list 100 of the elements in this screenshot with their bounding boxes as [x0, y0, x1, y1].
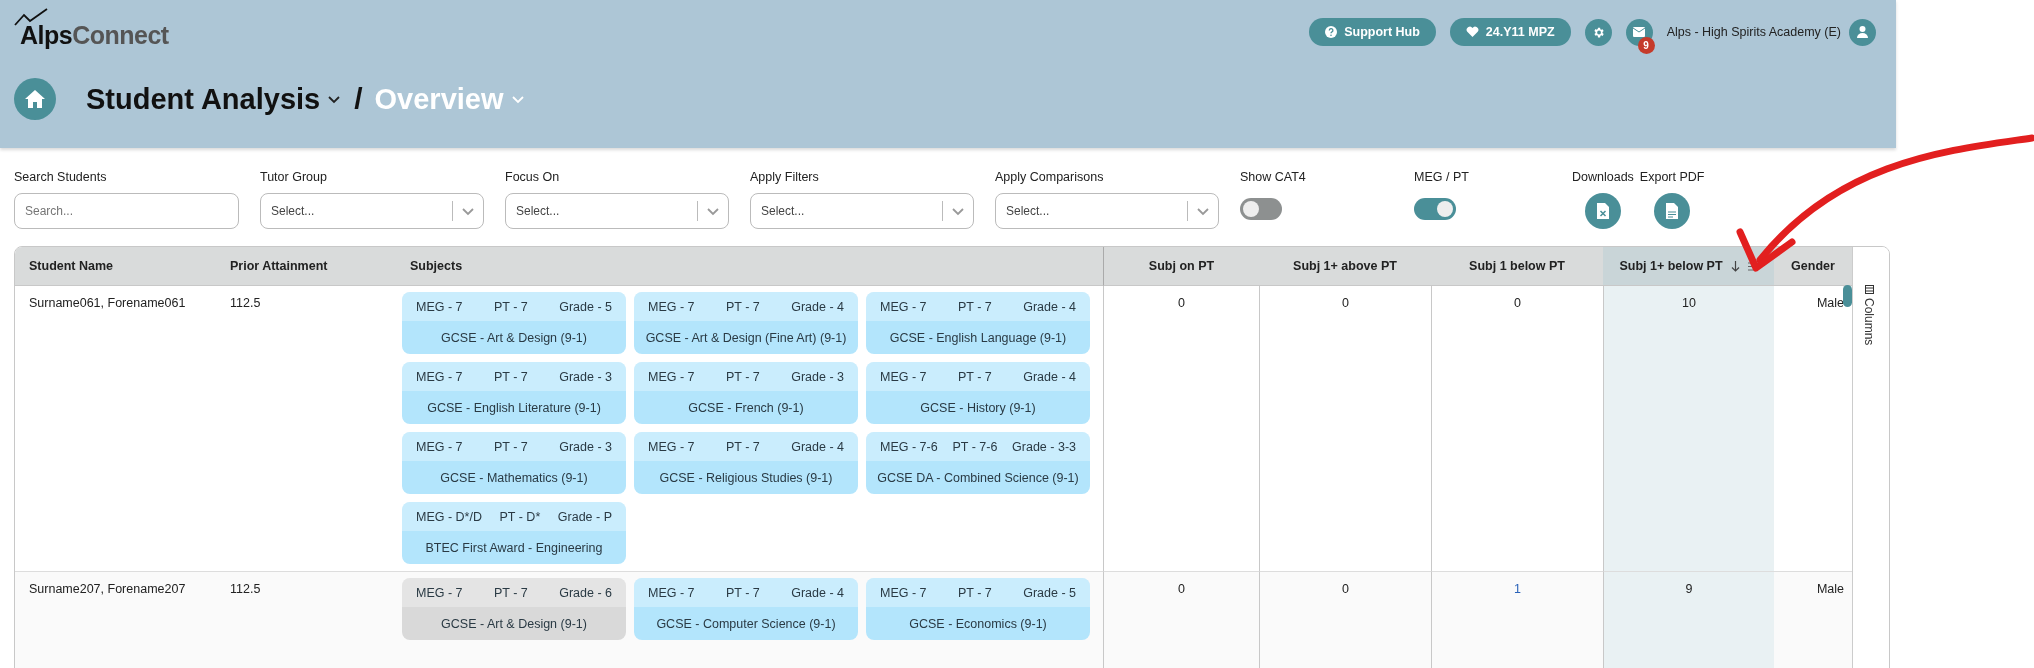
- grade-label: Grade - 4: [791, 299, 844, 314]
- support-hub-button[interactable]: Support Hub: [1309, 18, 1436, 46]
- subject-name: GCSE - Religious Studies (9-1): [659, 470, 833, 485]
- pt-label: PT - 7: [493, 585, 528, 600]
- pt-label: PT - 7: [725, 369, 760, 384]
- table-cell-text: Male: [1816, 581, 1844, 596]
- menu-icon[interactable]: [1747, 261, 1758, 271]
- subject-name: BTEC First Award - Engineering: [425, 540, 603, 555]
- column-header[interactable]: Student Name: [15, 247, 216, 286]
- column-header[interactable]: Prior Attainment: [216, 247, 396, 286]
- column-header[interactable]: Gender: [1774, 247, 1852, 286]
- meg-label: MEG - 7: [416, 439, 463, 454]
- pt-label: PT - 7: [493, 299, 528, 314]
- app-logo: AlpsConnect: [19, 21, 169, 50]
- user-button[interactable]: [1849, 18, 1876, 46]
- scrollbar-thumb[interactable]: [1843, 285, 1852, 307]
- cohort-button[interactable]: 24.Y11 MPZ: [1449, 18, 1571, 46]
- meg-label: MEG - 7: [880, 369, 927, 384]
- select-field[interactable]: Select...: [505, 193, 729, 229]
- grade-label: Grade - 4: [791, 439, 844, 454]
- table-cell-text: 1: [1514, 581, 1521, 596]
- toggle-switch[interactable]: [1414, 198, 1456, 220]
- subject-card[interactable]: MEG - 7 PT - 7 Grade - 5 GCSE - Economics (9-1): [866, 578, 1090, 640]
- subject-card[interactable]: MEG - 7 PT - 7 Grade - 3 GCSE - French (9-1): [634, 362, 858, 424]
- field-label: Apply Filters: [750, 170, 820, 184]
- student-name: Surname207, Forename207: [29, 581, 186, 596]
- home-icon: [24, 89, 46, 109]
- export-pdf-button[interactable]: [1654, 193, 1691, 229]
- sort-arrow-icon: [1730, 260, 1740, 272]
- table-cell-text: 9: [1685, 581, 1693, 596]
- meg-label: MEG - 7: [648, 439, 695, 454]
- column-header[interactable]: Subj on PT: [1103, 247, 1259, 286]
- field-label: Downloads: [1572, 170, 1634, 184]
- meg-label: MEG - 7: [416, 369, 463, 384]
- meg-label: MEG - 7: [648, 585, 695, 600]
- column-header[interactable]: Subjects: [396, 247, 1103, 286]
- grade-label: Grade - 5: [559, 299, 612, 314]
- pt-label: PT - 7: [957, 369, 992, 384]
- table-cell-text: 112.5: [230, 295, 261, 310]
- table-cell-text: 0: [1342, 581, 1349, 596]
- field-label: MEG / PT: [1414, 170, 1470, 184]
- subject-name: GCSE DA - Combined Science (9-1): [877, 470, 1079, 485]
- subject-card[interactable]: MEG - D*/D PT - D* Grade - P BTEC First Award - Engineering: [402, 502, 626, 564]
- table-cell-text: Male: [1816, 295, 1844, 310]
- grade-label: Grade - 4: [791, 585, 844, 600]
- grade-label: Grade - 3: [791, 369, 844, 384]
- home-button[interactable]: [14, 78, 56, 120]
- column-header[interactable]: Subj 1+ below PT: [1603, 247, 1774, 286]
- heart-icon: [1465, 26, 1479, 38]
- subject-card[interactable]: MEG - 7 PT - 7 Grade - 4 GCSE - History (9-1): [866, 362, 1090, 424]
- subject-card[interactable]: MEG - 7 PT - 7 Grade - 3 GCSE - Mathematics (9-1): [402, 432, 626, 494]
- column-header[interactable]: Subj 1+ above PT: [1259, 247, 1431, 286]
- settings-button[interactable]: [1584, 18, 1612, 46]
- subject-card[interactable]: MEG - 7 PT - 7 Grade - 4 GCSE - English Language (9-1): [866, 292, 1090, 354]
- field-label: Focus On: [505, 170, 561, 184]
- pt-label: PT - 7: [725, 299, 760, 314]
- field-label: Search Students: [14, 170, 108, 184]
- columns-button[interactable]: Columns: [1862, 285, 1876, 346]
- download-excel-button[interactable]: [1584, 193, 1621, 229]
- subject-name: GCSE - English Literature (9-1): [427, 400, 601, 415]
- grade-label: Grade - 4: [1023, 299, 1076, 314]
- column-header[interactable]: Subj 1 below PT: [1431, 247, 1603, 286]
- search-field[interactable]: Search...: [14, 193, 239, 229]
- meg-label: MEG - 7: [416, 299, 463, 314]
- section-dropdown[interactable]: Student Analysis: [86, 82, 343, 116]
- subject-card[interactable]: MEG - 7 PT - 7 Grade - 4 GCSE - Religious Studies (9-1): [634, 432, 858, 494]
- subject-name: GCSE - Art & Design (9-1): [441, 616, 587, 631]
- mail-icon: [1633, 27, 1646, 37]
- table-cell-text: 0: [1514, 295, 1521, 310]
- subject-card[interactable]: MEG - 7 PT - 7 Grade - 3 GCSE - English Literature (9-1): [402, 362, 626, 424]
- subject-name: GCSE - English Language (9-1): [889, 330, 1067, 345]
- pt-label: PT - 7-6: [952, 439, 998, 454]
- meg-label: MEG - 7-6: [880, 439, 938, 454]
- pt-label: PT - 7: [493, 439, 528, 454]
- grade-label: Grade - 4: [1023, 369, 1076, 384]
- subject-card[interactable]: MEG - 7 PT - 7 Grade - 5 GCSE - Art & Design (9-1): [402, 292, 626, 354]
- grade-label: Grade - 3: [559, 439, 612, 454]
- field-label: Tutor Group: [260, 170, 328, 184]
- toggle-switch[interactable]: [1240, 198, 1282, 220]
- field-label: Apply Comparisons: [995, 170, 1105, 184]
- table-cell-text: 0: [1342, 295, 1349, 310]
- meg-label: MEG - 7: [416, 585, 463, 600]
- field-label: Show CAT4: [1240, 170, 1307, 184]
- select-field[interactable]: Select...: [750, 193, 974, 229]
- grade-label: Grade - 3-3: [1012, 439, 1076, 454]
- subject-card[interactable]: MEG - 7 PT - 7 Grade - 4 GCSE - Computer Science (9-1): [634, 578, 858, 640]
- meg-label: MEG - 7: [648, 369, 695, 384]
- grade-label: Grade - 3: [559, 369, 612, 384]
- subject-card[interactable]: MEG - 7 PT - 7 Grade - 6 GCSE - Art & Design (9-1): [402, 578, 626, 640]
- meg-label: MEG - 7: [880, 299, 927, 314]
- logo-line-icon: [14, 8, 48, 26]
- select-field[interactable]: Select...: [995, 193, 1219, 229]
- field-label: Export PDF: [1639, 170, 1705, 184]
- pt-label: PT - 7: [725, 585, 760, 600]
- subject-card[interactable]: MEG - 7 PT - 7 Grade - 4 GCSE - Art & Design (Fine Art) (9-1): [634, 292, 858, 354]
- meg-label: MEG - D*/D: [416, 509, 482, 524]
- select-field[interactable]: Select...: [260, 193, 484, 229]
- subject-name: GCSE - History (9-1): [920, 400, 1036, 415]
- subject-card[interactable]: MEG - 7-6 PT - 7-6 Grade - 3-3 GCSE DA - Combined Science (9-1): [866, 432, 1090, 494]
- subject-name: GCSE - Economics (9-1): [909, 616, 1047, 631]
